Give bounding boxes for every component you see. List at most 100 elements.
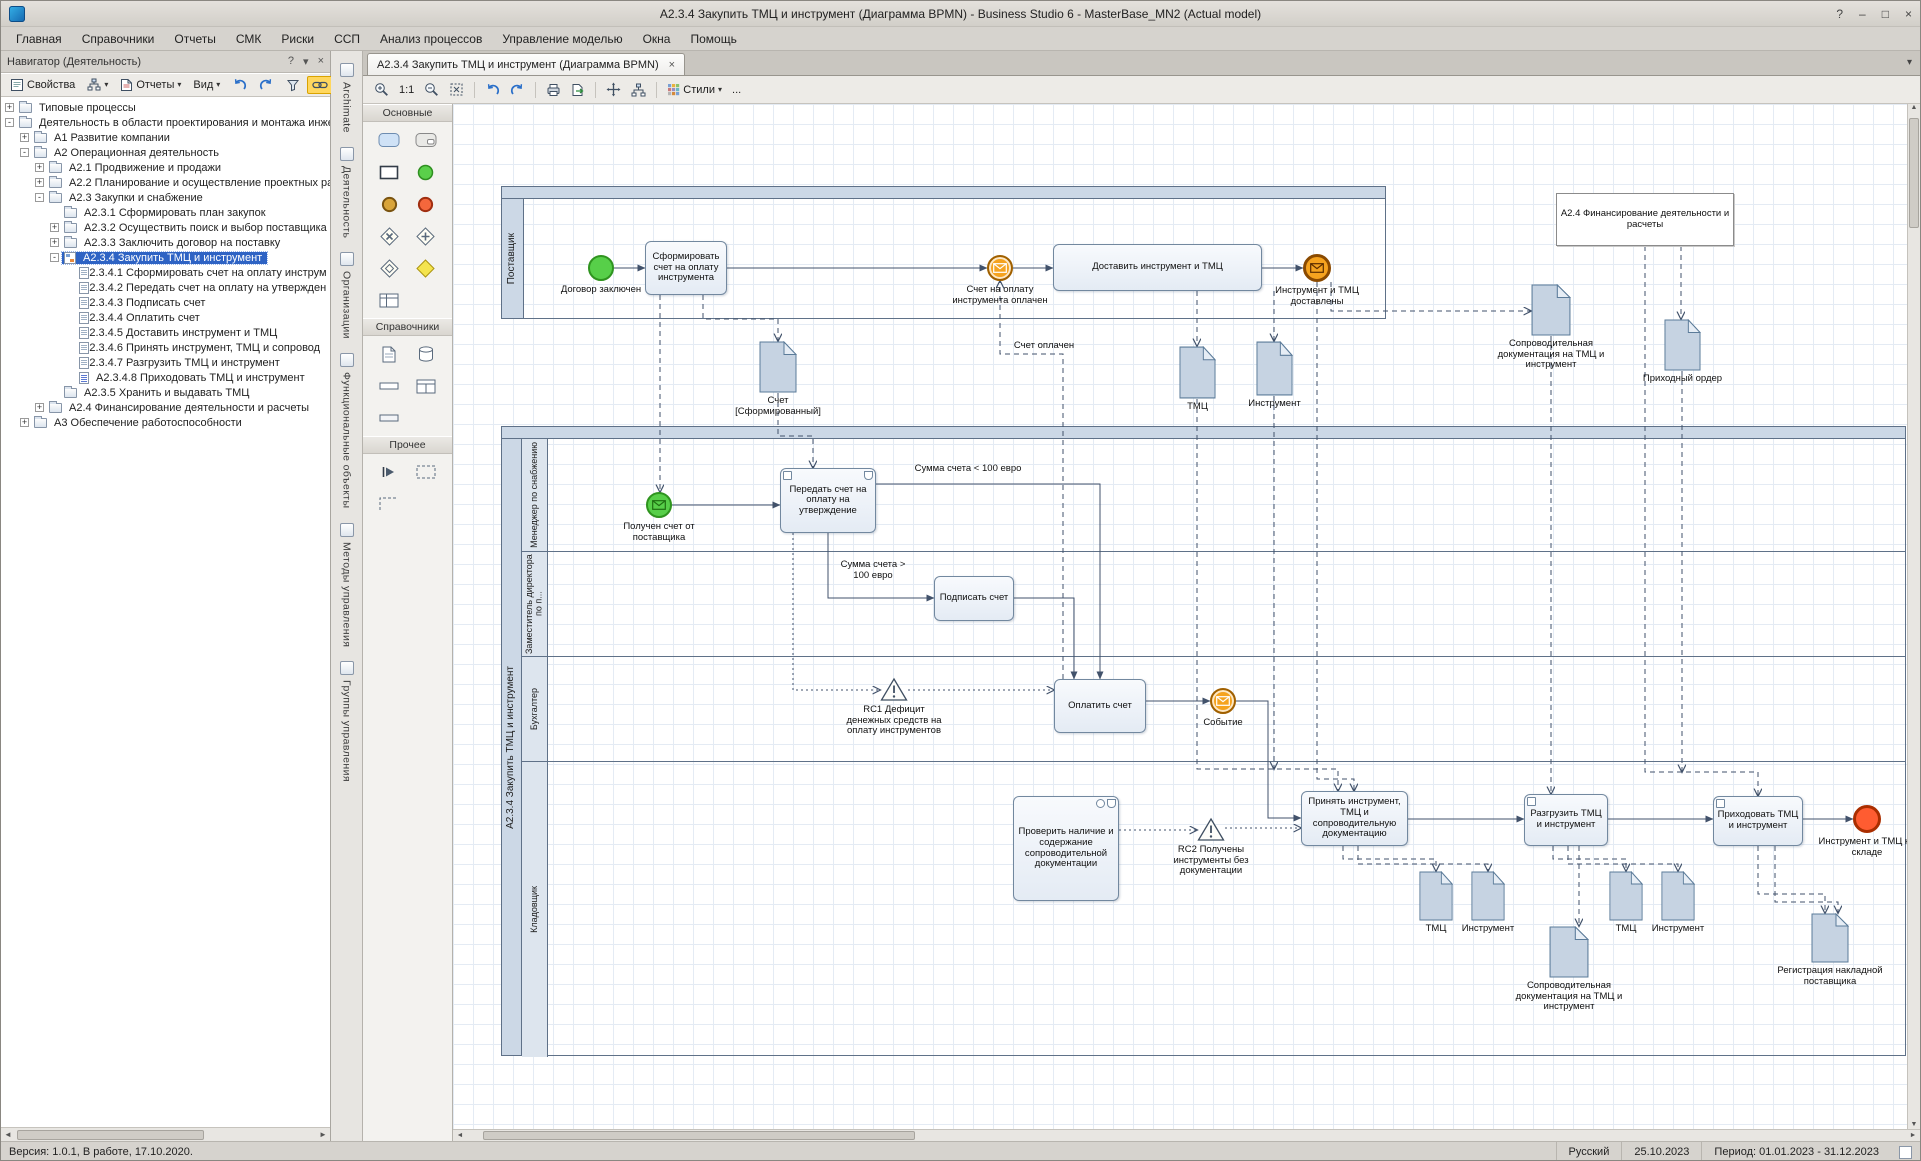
- tree-item[interactable]: +А2.4 Финансирование деятельности и расч…: [1, 400, 330, 415]
- document-d4[interactable]: [1531, 284, 1571, 336]
- document-d6[interactable]: [1419, 871, 1453, 921]
- palette-shape-dashed-corner[interactable]: [377, 494, 401, 514]
- tree-item[interactable]: А2.3.4.4 Оплатить счет: [1, 310, 330, 325]
- tab-list-caret-icon[interactable]: ▾: [1907, 57, 1912, 68]
- tree-item[interactable]: +А1 Развитие компании: [1, 130, 330, 145]
- filter-button[interactable]: [281, 75, 305, 95]
- event-start-start1[interactable]: [588, 255, 614, 281]
- document-d8[interactable]: [1609, 871, 1643, 921]
- menu-item[interactable]: Окна: [634, 29, 680, 49]
- collapse-icon[interactable]: -: [20, 148, 29, 157]
- menu-item[interactable]: Справочники: [73, 29, 164, 49]
- collapse-icon[interactable]: -: [50, 253, 59, 262]
- reports-button[interactable]: Отчеты▾: [115, 75, 186, 95]
- canvas-hscrollbar[interactable]: ◄ ►: [453, 1129, 1920, 1141]
- tree-item[interactable]: -А2 Операционная деятельность: [1, 145, 330, 160]
- collapse-icon[interactable]: -: [35, 193, 44, 202]
- tree-item[interactable]: А2.3.5 Хранить и выдавать ТМЦ: [1, 385, 330, 400]
- palette-shape-gateway-marked[interactable]: [377, 258, 401, 278]
- scroll-thumb[interactable]: [17, 1130, 204, 1140]
- styles-button[interactable]: Стили▾: [664, 81, 725, 98]
- task-t5[interactable]: Оплатить счет: [1054, 679, 1146, 733]
- palette-shape-circle-red[interactable]: [414, 194, 438, 214]
- task-t2[interactable]: Доставить инструмент и ТМЦ: [1053, 244, 1262, 291]
- properties-button[interactable]: Свойства: [5, 75, 80, 95]
- palette-shape-table2[interactable]: [414, 376, 438, 396]
- tree-item[interactable]: -А2.3 Закупки и снабжение: [1, 190, 330, 205]
- task-t9[interactable]: Приходовать ТМЦ и инструмент: [1713, 796, 1803, 846]
- palette-section-header[interactable]: Прочее: [363, 436, 452, 454]
- palette-shape-rounded-rect-marked[interactable]: [414, 130, 438, 150]
- scroll-left-icon[interactable]: ◄: [1, 1130, 15, 1139]
- pin-icon[interactable]: ▾: [303, 55, 309, 68]
- export-button[interactable]: [568, 81, 588, 99]
- menu-item[interactable]: Анализ процессов: [371, 29, 491, 49]
- palette-category-tab[interactable]: Archimate: [340, 63, 354, 133]
- risk-r1[interactable]: [880, 677, 908, 702]
- menu-item[interactable]: Помощь: [681, 29, 745, 49]
- menu-item[interactable]: Главная: [7, 29, 71, 49]
- diagram-canvas[interactable]: ▲ ▼ ПоставщикA2.3.4 Закупить ТМЦ и инстр…: [453, 104, 1920, 1129]
- expand-icon[interactable]: +: [20, 133, 29, 142]
- expand-icon[interactable]: +: [35, 403, 44, 412]
- tree-item[interactable]: +А2.2 Планирование и осуществление проек…: [1, 175, 330, 190]
- expand-icon[interactable]: +: [5, 103, 14, 112]
- palette-shape-circle-brown[interactable]: [377, 194, 401, 214]
- forward-button[interactable]: [254, 75, 279, 95]
- tree-item[interactable]: А2.3.4.6 Принять инструмент, ТМЦ и сопро…: [1, 340, 330, 355]
- task-t4[interactable]: Подписать счет: [934, 576, 1014, 621]
- scroll-track[interactable]: [15, 1129, 316, 1141]
- scroll-thumb[interactable]: [483, 1131, 915, 1140]
- event-msg-orange-m1[interactable]: [987, 255, 1013, 281]
- task-t8[interactable]: Разгрузить ТМЦ и инструмент: [1524, 794, 1608, 846]
- menu-item[interactable]: Риски: [272, 29, 323, 49]
- tree-item[interactable]: -Деятельность в области проектирования и…: [1, 115, 330, 130]
- palette-category-tab[interactable]: Функциональные объекты: [340, 353, 354, 508]
- palette-category-tab[interactable]: Деятельность: [340, 147, 354, 238]
- task-t1[interactable]: Сформировать счет на оплату инструмента: [645, 241, 727, 295]
- tree-item[interactable]: А2.3.4.3 Подписать счет: [1, 295, 330, 310]
- tree-item[interactable]: -А2.3.4 Закупить ТМЦ и инструмент: [1, 250, 330, 265]
- scroll-left-icon[interactable]: ◄: [453, 1132, 467, 1139]
- palette-section-header[interactable]: Справочники: [363, 318, 452, 336]
- expand-icon[interactable]: +: [35, 163, 44, 172]
- palette-shape-circle-green[interactable]: [414, 162, 438, 182]
- document-d10[interactable]: [1549, 926, 1589, 978]
- palette-shape-page[interactable]: [377, 344, 401, 364]
- palette-shape-rounded-rect[interactable]: [377, 130, 401, 150]
- tree-item[interactable]: +Типовые процессы: [1, 100, 330, 115]
- zoom-out-button[interactable]: [421, 80, 442, 99]
- tree-item[interactable]: А2.3.4.5 Доставить инструмент и ТМЦ: [1, 325, 330, 340]
- palette-section-header[interactable]: Основные: [363, 104, 452, 122]
- document-d11[interactable]: [1811, 913, 1849, 963]
- scroll-up-icon[interactable]: ▲: [1911, 104, 1918, 111]
- menu-item[interactable]: ССП: [325, 29, 369, 49]
- palette-shape-database[interactable]: [414, 344, 438, 364]
- tree-item[interactable]: А2.3.4.2 Передать счет на оплату на утве…: [1, 280, 330, 295]
- document-d3[interactable]: [1256, 341, 1293, 396]
- palette-category-tab[interactable]: Методы управления: [340, 523, 354, 647]
- language-indicator[interactable]: Русский: [1556, 1142, 1622, 1161]
- menu-item[interactable]: Управление моделью: [493, 29, 631, 49]
- back-button[interactable]: [227, 75, 252, 95]
- palette-category-tab[interactable]: Организации: [340, 252, 354, 339]
- document-d7[interactable]: [1471, 871, 1505, 921]
- palette-shape-gateway-yellow[interactable]: [414, 258, 438, 278]
- palette-shape-table[interactable]: [377, 290, 401, 310]
- tree-item[interactable]: +А3 Обеспечение работоспособности: [1, 415, 330, 430]
- maximize-icon[interactable]: □: [1882, 7, 1889, 21]
- panel-help-icon[interactable]: ?: [288, 55, 294, 68]
- redo-button[interactable]: [507, 81, 528, 99]
- document-d1[interactable]: [759, 341, 797, 393]
- scroll-right-icon[interactable]: ►: [1906, 1132, 1920, 1139]
- close-icon[interactable]: ×: [1905, 7, 1912, 21]
- pan-button[interactable]: [603, 80, 624, 99]
- scroll-down-icon[interactable]: ▼: [1908, 1121, 1920, 1128]
- notification-icon[interactable]: [1899, 1146, 1912, 1159]
- palette-shape-bar[interactable]: [377, 376, 401, 396]
- scroll-right-icon[interactable]: ►: [316, 1130, 330, 1139]
- help-icon[interactable]: ?: [1836, 7, 1843, 21]
- scroll-track[interactable]: [467, 1130, 1906, 1141]
- menu-item[interactable]: Отчеты: [165, 29, 224, 49]
- palette-shape-pointer[interactable]: [377, 462, 401, 482]
